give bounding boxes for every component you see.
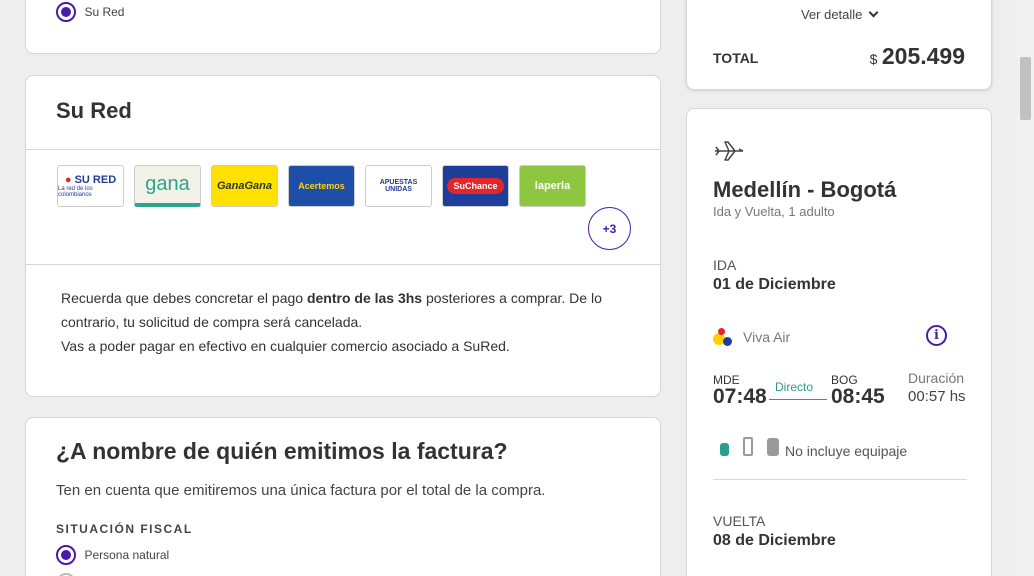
see-detail-button[interactable]: Ver detalle <box>687 7 991 22</box>
radio-label: Su Red <box>84 5 125 19</box>
trip-info: Ida y Vuelta, 1 adulto <box>713 204 835 219</box>
total-amount: $ 205.499 <box>869 43 965 69</box>
scrollbar[interactable] <box>1017 0 1034 576</box>
radio-selected[interactable] <box>56 2 76 22</box>
duration-value: 00:57 hs <box>908 388 966 405</box>
divider <box>713 479 967 480</box>
divider <box>26 149 660 150</box>
return-date: 08 de Diciembre <box>713 532 836 549</box>
total-card: Ver detalle TOTAL $ 205.499 <box>686 0 992 90</box>
radio-label: Persona natural <box>84 548 170 562</box>
backpack-icon <box>720 443 729 456</box>
total-label: TOTAL <box>713 50 759 66</box>
sured-radio-option[interactable]: Su Red <box>56 2 124 22</box>
dest-time: 08:45 <box>831 385 885 408</box>
flight-card: Medellín - Bogotá Ida y Vuelta, 1 adulto… <box>686 108 992 576</box>
outbound-date: 01 de Diciembre <box>713 276 836 293</box>
airplane-icon <box>715 141 744 161</box>
suchance-logo: SuChance <box>442 165 509 207</box>
invoice-subtitle: Ten en cuenta que emitiremos una única f… <box>56 482 546 499</box>
acertemos-logo: Acertemos <box>288 165 355 207</box>
sured-card: Su Red ● SU RED La red de los colombiano… <box>25 75 661 397</box>
apuestas-unidas-logo: APUESTAS UNIDAS <box>365 165 432 207</box>
baggage-text: No incluye equipaje <box>785 443 908 459</box>
return-label: VUELTA <box>713 513 766 529</box>
checked-bag-icon <box>767 438 779 456</box>
sured-logo: ● SU RED La red de los colombianos <box>57 165 124 207</box>
airline-logo <box>713 327 739 347</box>
gana-gana-logo: GanaGana <box>211 165 278 207</box>
laperla-logo: laperla <box>519 165 586 207</box>
flight-line <box>769 399 827 400</box>
sured-title: Su Red <box>56 98 132 123</box>
origin-time: 07:48 <box>713 385 767 408</box>
payment-option-card: Su Red <box>25 0 661 54</box>
outbound-label: IDA <box>713 257 737 273</box>
more-logos-label: +3 <box>602 221 617 236</box>
more-logos-button[interactable]: +3 <box>588 207 631 250</box>
invoice-title: ¿A nombre de quién emitimos la factura? <box>56 438 508 464</box>
gana-logo: gana <box>134 165 201 207</box>
fiscal-situation-label: SITUACIÓN FISCAL <box>56 522 193 536</box>
route-title: Medellín - Bogotá <box>713 177 897 202</box>
info-icon[interactable]: i <box>926 325 947 346</box>
carry-on-icon <box>743 437 753 456</box>
duration-label: Duración <box>908 370 965 386</box>
see-detail-label: Ver detalle <box>800 7 863 22</box>
scrollbar-thumb[interactable] <box>1020 57 1031 120</box>
invoice-card: ¿A nombre de quién emitimos la factura? … <box>25 417 661 576</box>
stops-label: Directo <box>775 380 814 394</box>
radio-selected[interactable] <box>56 545 76 565</box>
divider <box>26 264 660 265</box>
airline-name: Viva Air <box>743 329 791 345</box>
persona-natural-option[interactable]: Persona natural <box>56 545 169 565</box>
sured-info-text: Recuerda que debes concretar el pago den… <box>61 290 602 354</box>
chevron-down-icon <box>868 7 879 18</box>
